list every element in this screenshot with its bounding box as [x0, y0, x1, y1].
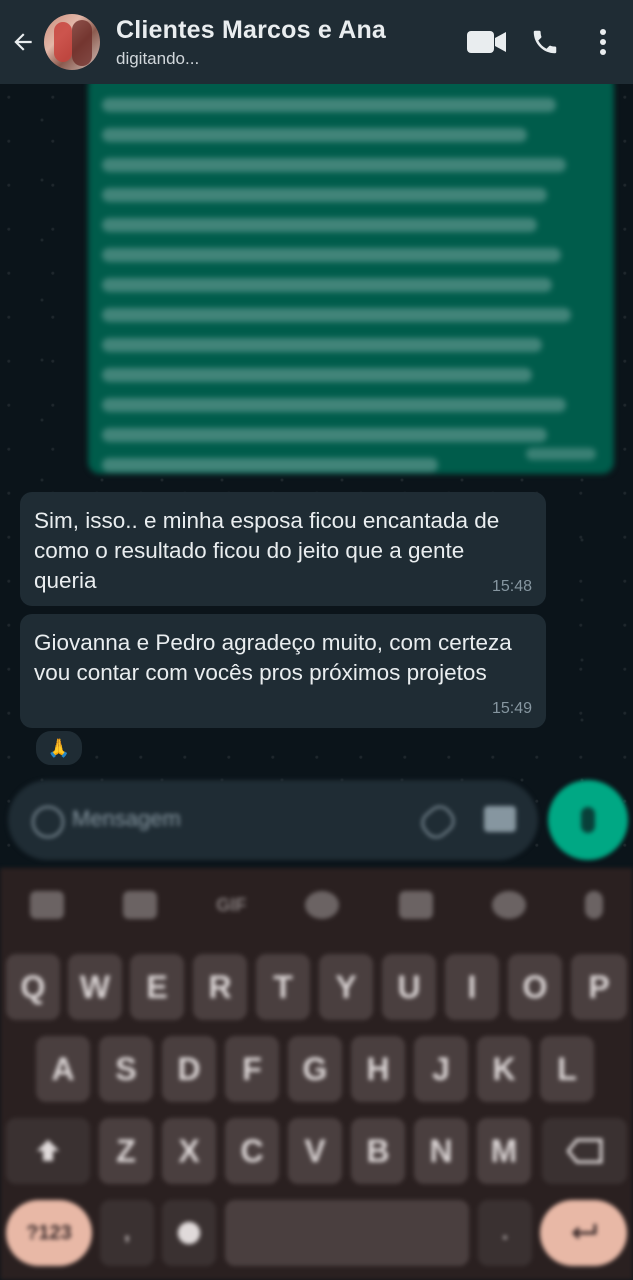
- palette-icon[interactable]: [492, 891, 527, 919]
- message-input-placeholder: Mensagem: [72, 806, 181, 831]
- key-l[interactable]: L: [540, 1036, 594, 1102]
- key-s[interactable]: S: [99, 1036, 153, 1102]
- symbols-key[interactable]: ?123: [6, 1200, 92, 1266]
- mic-icon: [581, 807, 595, 833]
- incoming-message[interactable]: Sim, isso.. e minha esposa ficou encanta…: [20, 492, 546, 606]
- keyboard-mic-icon[interactable]: [585, 891, 604, 919]
- video-call-icon[interactable]: [467, 22, 507, 62]
- shift-key[interactable]: [6, 1118, 90, 1184]
- keyboard-row-2: A S D F G H J K L: [0, 1036, 633, 1104]
- outgoing-message-meta: [526, 448, 596, 460]
- shift-icon: [36, 1139, 60, 1161]
- backspace-icon: [566, 1138, 602, 1164]
- key-z[interactable]: Z: [99, 1118, 153, 1184]
- camera-icon[interactable]: [484, 806, 516, 832]
- key-c[interactable]: C: [225, 1118, 279, 1184]
- key-v[interactable]: V: [288, 1118, 342, 1184]
- key-n[interactable]: N: [414, 1118, 468, 1184]
- key-t[interactable]: T: [256, 954, 310, 1020]
- key-k[interactable]: K: [477, 1036, 531, 1102]
- message-time: 15:49: [491, 700, 532, 717]
- key-f[interactable]: F: [225, 1036, 279, 1102]
- apps-grid-icon[interactable]: [29, 891, 64, 919]
- key-o[interactable]: O: [508, 954, 562, 1020]
- avatar[interactable]: [44, 14, 100, 70]
- emoji-key[interactable]: [162, 1200, 216, 1266]
- mic-button[interactable]: [548, 780, 628, 860]
- key-j[interactable]: J: [414, 1036, 468, 1102]
- emoji-icon[interactable]: [32, 806, 64, 838]
- key-g[interactable]: G: [288, 1036, 342, 1102]
- message-text: Sim, isso.. e minha esposa ficou encanta…: [34, 508, 500, 593]
- keyboard-row-1: Q W E R T Y U I O P: [0, 954, 633, 1022]
- keyboard-toolbar: GIF: [0, 868, 633, 942]
- message-reaction[interactable]: 🙏: [34, 729, 84, 767]
- key-i[interactable]: I: [445, 954, 499, 1020]
- settings-icon[interactable]: [305, 891, 340, 919]
- message-time: 15:48: [491, 578, 532, 595]
- chat-header: Clientes Marcos e Ana digitando...: [0, 0, 633, 84]
- key-y[interactable]: Y: [319, 954, 373, 1020]
- key-p[interactable]: P: [571, 954, 627, 1020]
- period-key[interactable]: .: [478, 1200, 532, 1266]
- sticker-icon[interactable]: [122, 891, 157, 919]
- emoji-key-icon: [177, 1221, 201, 1245]
- key-e[interactable]: E: [130, 954, 184, 1020]
- key-r[interactable]: R: [193, 954, 247, 1020]
- key-d[interactable]: D: [162, 1036, 216, 1102]
- key-b[interactable]: B: [351, 1118, 405, 1184]
- contact-name: Clientes Marcos e Ana: [116, 15, 387, 44]
- enter-icon: [571, 1224, 596, 1240]
- key-h[interactable]: H: [351, 1036, 405, 1102]
- chat-area[interactable]: Sim, isso.. e minha esposa ficou encanta…: [0, 84, 633, 870]
- back-arrow-icon[interactable]: [10, 29, 36, 55]
- more-options-icon[interactable]: [583, 22, 623, 62]
- typing-status: digitando...: [116, 48, 200, 68]
- attach-icon[interactable]: [416, 800, 460, 844]
- key-w[interactable]: W: [68, 954, 122, 1020]
- space-key[interactable]: [225, 1200, 469, 1266]
- key-m[interactable]: M: [477, 1118, 531, 1184]
- backspace-key[interactable]: [542, 1118, 627, 1184]
- enter-key[interactable]: [540, 1200, 627, 1266]
- key-a[interactable]: A: [36, 1036, 90, 1102]
- voice-call-icon[interactable]: [525, 22, 565, 62]
- message-text: Giovanna e Pedro agradeço muito, com cer…: [34, 630, 512, 685]
- keyboard-row-4: ?123 , .: [0, 1200, 633, 1268]
- comma-key[interactable]: ,: [100, 1200, 154, 1266]
- key-q[interactable]: Q: [6, 954, 60, 1020]
- contact-info[interactable]: Clientes Marcos e Ana digitando...: [116, 16, 467, 69]
- key-x[interactable]: X: [162, 1118, 216, 1184]
- keyboard[interactable]: GIF Q W E R T Y U I O P A S D F G H J K …: [0, 868, 633, 1280]
- incoming-message[interactable]: Giovanna e Pedro agradeço muito, com cer…: [20, 614, 546, 728]
- key-u[interactable]: U: [382, 954, 436, 1020]
- translate-icon[interactable]: [398, 891, 433, 919]
- outgoing-message-blurred[interactable]: [88, 84, 614, 474]
- keyboard-row-3: Z X C V B N M: [0, 1118, 633, 1186]
- message-composer[interactable]: Mensagem: [8, 780, 538, 860]
- gif-button[interactable]: GIF: [216, 895, 246, 916]
